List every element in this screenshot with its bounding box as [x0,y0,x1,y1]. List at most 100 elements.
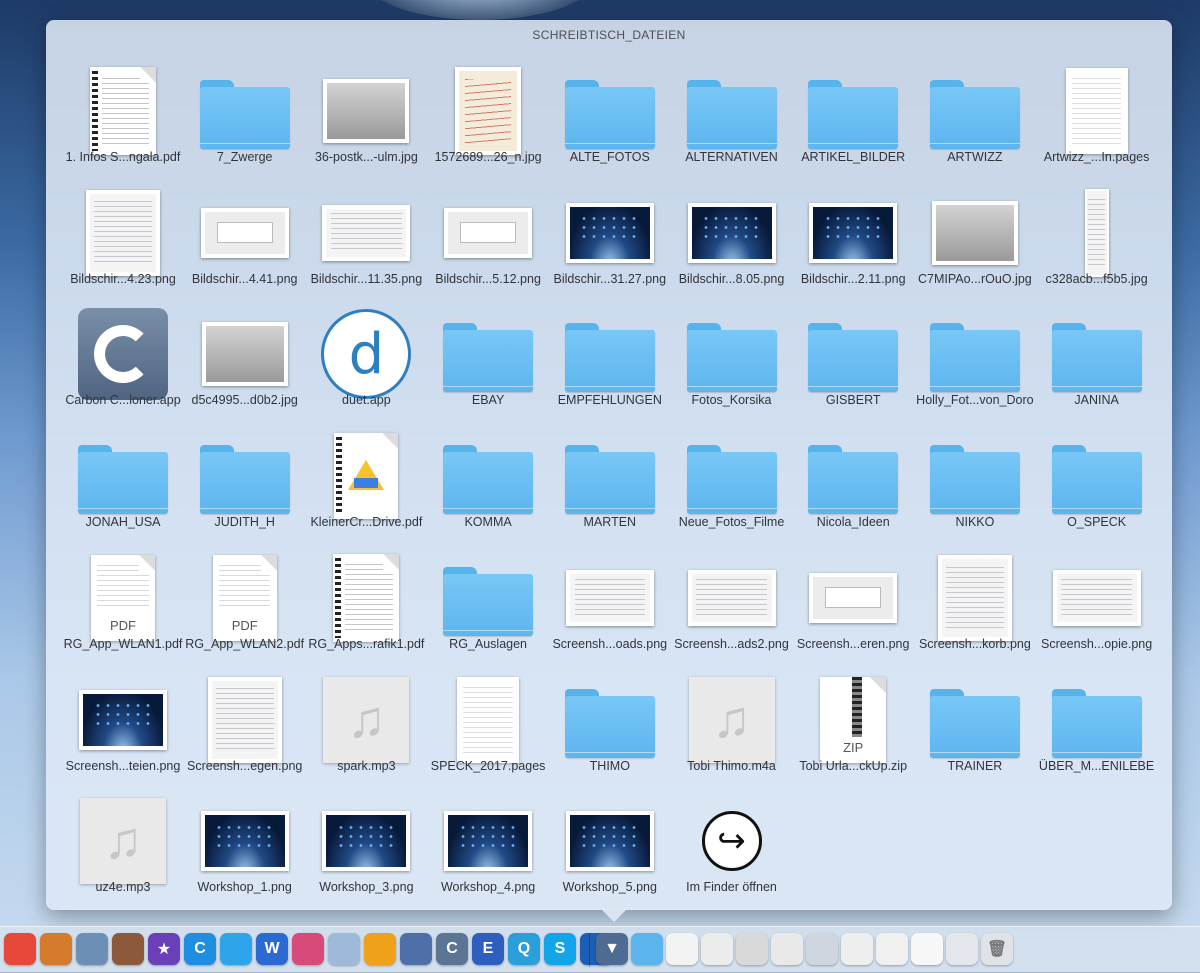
stack-item[interactable]: Carbon C...loner.app [62,297,184,418]
stack-item[interactable]: Screensh...ads2.png [671,541,793,662]
balloon-app-icon[interactable] [328,933,360,965]
screenshot-stack-icon[interactable] [771,933,803,965]
stack-item[interactable]: THIMO [549,663,671,784]
stack-item[interactable]: Screensh...egen.png [184,663,306,784]
text-stack-icon[interactable] [911,933,943,965]
stack-item[interactable]: PDF RG_App_WLAN1.pdf [62,541,184,662]
folder-icon [686,309,777,399]
stack-item[interactable]: 1572689...26_n.jpg [427,54,549,175]
stack-item[interactable]: EMPFEHLUNGEN [549,297,671,418]
stack-item[interactable]: Bildschir...31.27.png [549,176,671,297]
carbon-copy-cloner-dock-icon[interactable]: C [436,933,468,965]
stack-item[interactable]: ZIP Tobi Urla...ckUp.zip [792,663,914,784]
pdf-stack-icon[interactable] [701,933,733,965]
stack-item[interactable]: KleinerCr...Drive.pdf [305,419,427,540]
stack-item[interactable]: Nicola_Ideen [792,419,914,540]
stack-item[interactable]: ♫ spark.mp3 [305,663,427,784]
stack-item[interactable]: Workshop_1.png [184,784,306,905]
photo-stack-icon[interactable] [806,933,838,965]
stack-item[interactable]: KOMMA [427,419,549,540]
stack-item[interactable]: RG_Apps...rafik1.pdf [305,541,427,662]
stack-item[interactable]: ALTE_FOTOS [549,54,671,175]
stack-item[interactable]: ÜBER_M...ENILEBE [1036,663,1158,784]
word-app-icon[interactable]: W [256,933,288,965]
stack-item[interactable]: O_SPECK [1036,419,1158,540]
window-screenshot-icon [565,553,655,643]
stack-item[interactable]: Bildschir...4.23.png [62,176,184,297]
audio-app-icon[interactable] [364,933,396,965]
folder-stack-icon[interactable] [631,933,663,965]
folder-icon [808,431,899,521]
stack-item[interactable]: Holly_Fot...von_Doro [914,297,1036,418]
stack-item[interactable]: Screensh...oads.png [549,541,671,662]
calendar-app-icon[interactable] [4,933,36,965]
stack-item[interactable]: Neue_Fotos_Filme [671,419,793,540]
preview-app-icon[interactable] [76,933,108,965]
stack-item[interactable]: ARTIKEL_BILDER [792,54,914,175]
folder-icon [929,309,1020,399]
stack-item[interactable]: JONAH_USA [62,419,184,540]
stack-item[interactable]: ARTWIZZ [914,54,1036,175]
stack-item[interactable]: GISBERT [792,297,914,418]
stack-item-label: MARTEN [583,515,637,530]
stack-item[interactable]: Screensh...opie.png [1036,541,1158,662]
stack-item[interactable]: ↪ Im Finder öffnen [671,784,793,905]
stack-item[interactable]: ALTERNATIVEN [671,54,793,175]
stack-item-label: Bildschir...8.05.png [678,271,785,286]
stack-item[interactable]: ♫ Tobi Thimo.m4a [671,663,793,784]
stack-item[interactable]: C7MIPAo...rOuO.jpg [914,176,1036,297]
image-stack-icon[interactable] [736,933,768,965]
skype-app-icon[interactable]: S [544,933,576,965]
stack-item[interactable]: Bildschir...8.05.png [671,176,793,297]
trash-icon[interactable]: 🗑 [981,933,1013,965]
q-app-icon[interactable]: Q [508,933,540,965]
ccleaner-app-icon[interactable]: C [184,933,216,965]
stack-item[interactable]: Screensh...eren.png [792,541,914,662]
twitter-app-icon[interactable] [220,933,252,965]
basketball-app-icon[interactable] [112,933,144,965]
calculator-app-icon[interactable] [40,933,72,965]
stack-item[interactable]: MARTEN [549,419,671,540]
stack-item[interactable]: RG_Auslagen [427,541,549,662]
stack-item[interactable]: Bildschir...2.11.png [792,176,914,297]
stack-item[interactable]: d5c4995...d0b2.jpg [184,297,306,418]
stack-item[interactable]: d duet.app [305,297,427,418]
stack-item[interactable]: Fotos_Korsika [671,297,793,418]
document-stack-icon[interactable] [666,933,698,965]
stack-item[interactable]: JUDITH_H [184,419,306,540]
stack-item[interactable]: TRAINER [914,663,1036,784]
stack-item[interactable]: JANINA [1036,297,1158,418]
stack-item[interactable]: ♫ uz4e.mp3 [62,784,184,905]
e-app-icon[interactable]: E [472,933,504,965]
stack-item[interactable]: 7_Zwerge [184,54,306,175]
stack-item[interactable]: Workshop_3.png [305,784,427,905]
stack-item-label: Screensh...egen.png [187,758,303,773]
stack-item[interactable]: Workshop_5.png [549,784,671,905]
music-stack-icon[interactable] [841,933,873,965]
display-app-icon[interactable] [292,933,324,965]
stack-item[interactable]: Bildschir...5.12.png [427,176,549,297]
list-stack-icon[interactable] [946,933,978,965]
stack-item[interactable]: PDF RG_App_WLAN2.pdf [184,541,306,662]
pdf-badge: PDF [231,617,258,633]
downloads-stack-icon[interactable]: ▼ [596,933,628,965]
folder-icon [564,309,655,399]
stack-item[interactable]: SPECK_2017.pages [427,663,549,784]
stack-item[interactable]: Screensh...teien.png [62,663,184,784]
pixelmator-app-icon[interactable] [400,933,432,965]
stack-item[interactable]: 36-postk...-ulm.jpg [305,54,427,175]
window-stack-icon[interactable] [876,933,908,965]
stack-item[interactable]: Artwizz_...In.pages [1036,54,1158,175]
stack-item-label: KleinerCr...Drive.pdf [310,515,423,530]
stack-item[interactable]: Workshop_4.png [427,784,549,905]
stack-item[interactable]: Bildschir...11.35.png [305,176,427,297]
stack-item[interactable]: c328acb...f5b5.jpg [1036,176,1158,297]
imovie-app-icon[interactable]: ★ [148,933,180,965]
zip-file-icon: ZIP [808,675,898,765]
stack-item[interactable]: NIKKO [914,419,1036,540]
stack-item[interactable]: 1. Infos S...ngala.pdf [62,54,184,175]
stack-item[interactable]: Bildschir...4.41.png [184,176,306,297]
folder-icon [564,675,655,765]
stack-item[interactable]: Screensh...korb.png [914,541,1036,662]
stack-item[interactable]: EBAY [427,297,549,418]
